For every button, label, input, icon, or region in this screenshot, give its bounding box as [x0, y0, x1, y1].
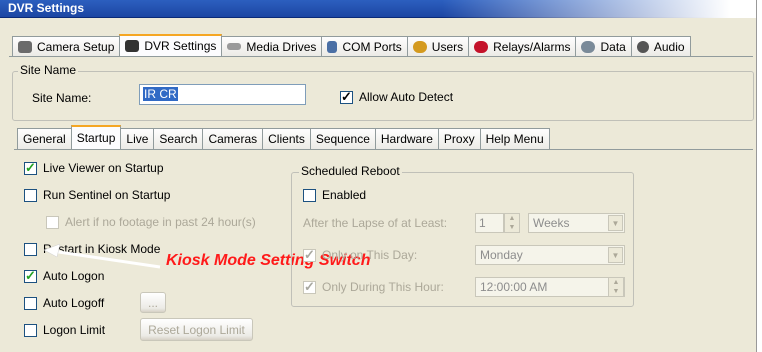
hour-value: 12:00:00 AM [480, 280, 548, 294]
checkbox-box [303, 279, 316, 295]
only-hour-label: Only During This Hour: [322, 280, 444, 294]
only-day-checkbox[interactable]: Only on This Day: [303, 247, 418, 263]
day-value: Monday [480, 248, 523, 262]
tab-label: Startup [76, 131, 116, 145]
checkbox-box [303, 247, 316, 263]
checkbox-box [303, 188, 316, 202]
lapse-unit-value: Weeks [533, 216, 570, 230]
reboot-enabled-checkbox[interactable]: Enabled [303, 188, 366, 202]
dvr-icon [125, 40, 140, 52]
reboot-enabled-label: Enabled [322, 188, 367, 202]
spin-down-icon: ▼ [612, 288, 620, 295]
hour-input[interactable]: 12:00:00 AM [475, 277, 625, 297]
only-day-label: Only on This Day: [322, 248, 418, 262]
spin-up-icon: ▲ [612, 279, 620, 286]
tab-startup[interactable]: Startup [70, 125, 122, 149]
lapse-count-spinner[interactable]: ▲ ▼ [504, 213, 520, 233]
tab-label: DVR Settings [144, 39, 217, 53]
lapse-count-input[interactable]: 1 [475, 213, 504, 233]
chevron-down-icon: ▼ [608, 247, 623, 263]
scheduled-reboot-group-label: Scheduled Reboot [299, 164, 402, 178]
lapse-label: After the Lapse of at Least: [303, 216, 448, 230]
day-select[interactable]: Monday ▼ [475, 245, 625, 265]
spin-up-icon: ▲ [508, 215, 516, 222]
tab-dvr-settings[interactable]: DVR Settings [119, 34, 223, 56]
only-hour-checkbox[interactable]: Only During This Hour: [303, 279, 444, 295]
lapse-count-value: 1 [479, 216, 486, 230]
lapse-unit-select[interactable]: Weeks ▼ [528, 213, 625, 233]
hour-spinner[interactable]: ▲ ▼ [608, 277, 624, 297]
spin-down-icon: ▼ [508, 224, 516, 231]
chevron-down-icon: ▼ [608, 215, 623, 231]
